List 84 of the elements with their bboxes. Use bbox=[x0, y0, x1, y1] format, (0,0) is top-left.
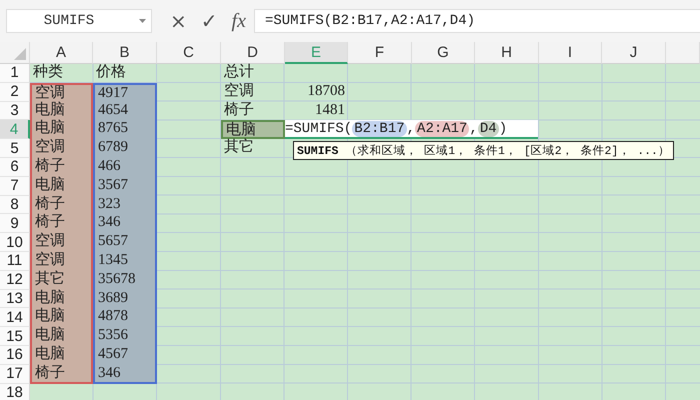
table-cell: 5356 bbox=[93, 327, 157, 346]
confirm-button[interactable]: ✓ bbox=[196, 8, 222, 34]
table-cell: 电脑 bbox=[30, 327, 93, 346]
table-cell: 电脑 bbox=[221, 120, 285, 140]
formula-text: , bbox=[406, 120, 416, 137]
table-cell: 466 bbox=[93, 158, 157, 177]
row-header[interactable]: 10 bbox=[0, 233, 30, 252]
table-cell-text: 椅子 bbox=[223, 102, 255, 120]
table-cell-text: 总计 bbox=[223, 64, 255, 82]
row-header[interactable]: 14 bbox=[0, 308, 30, 328]
table-cell: 323 bbox=[93, 196, 157, 214]
cancel-button[interactable]: × bbox=[166, 8, 191, 34]
table-cell: 椅子 bbox=[30, 158, 93, 177]
table-cell: 4567 bbox=[93, 346, 157, 365]
column-header[interactable]: D bbox=[221, 42, 285, 64]
table-cell: 电脑 bbox=[30, 176, 93, 196]
table-cell-text: 其它 bbox=[223, 139, 255, 158]
table-cell: 8765 bbox=[93, 120, 157, 140]
table-cell-text: 18708 bbox=[306, 82, 346, 101]
table-cell: 1345 bbox=[93, 252, 157, 271]
column-header[interactable]: J bbox=[602, 42, 666, 64]
table-cell: 空调 bbox=[30, 82, 93, 102]
table-cell: 电脑 bbox=[30, 120, 93, 140]
column-header[interactable]: G bbox=[412, 42, 475, 64]
row-header[interactable]: 7 bbox=[0, 176, 30, 196]
row-header[interactable]: 5 bbox=[0, 139, 30, 158]
column-header[interactable]: C bbox=[157, 42, 221, 64]
row-header[interactable]: 18 bbox=[0, 384, 30, 400]
formula-editor[interactable]: =SUMIFS(B2:B17,A2:A17,D4) bbox=[285, 120, 538, 140]
table-cell: 空调 bbox=[30, 233, 93, 252]
table-cell: 其它 bbox=[30, 270, 93, 290]
table-cell-text: 种类 bbox=[32, 64, 64, 82]
name-box[interactable]: SUMIFS bbox=[6, 9, 152, 33]
table-cell: 椅子 bbox=[30, 196, 93, 214]
formula-field[interactable]: =SUMIFS(B2:B17,A2:A17,D4) bbox=[254, 9, 700, 33]
column-header[interactable]: H bbox=[475, 42, 539, 64]
column-header[interactable]: F bbox=[348, 42, 412, 64]
row-header[interactable]: 6 bbox=[0, 158, 30, 177]
table-cell: 5657 bbox=[93, 233, 157, 252]
table-cell: 4878 bbox=[93, 308, 157, 328]
table-cell: 空调 bbox=[30, 252, 93, 271]
row-header[interactable]: 17 bbox=[0, 364, 30, 384]
table-cell: 4917 bbox=[93, 82, 157, 102]
row-header[interactable]: 13 bbox=[0, 290, 30, 308]
column-header[interactable]: B bbox=[93, 42, 157, 64]
range-reference: D4 bbox=[478, 120, 499, 137]
row-header[interactable]: 8 bbox=[0, 196, 30, 214]
table-cell: 4654 bbox=[93, 102, 157, 120]
table-cell: 6789 bbox=[93, 139, 157, 158]
column-header[interactable] bbox=[666, 42, 700, 64]
row-header[interactable]: 9 bbox=[0, 214, 30, 234]
formula-text: , bbox=[469, 120, 478, 137]
column-header[interactable]: A bbox=[30, 42, 93, 64]
table-cell: 346 bbox=[93, 214, 157, 234]
table-cell: 椅子 bbox=[30, 214, 93, 234]
table-cell-text: 价格 bbox=[95, 64, 127, 82]
caret-icon[interactable] bbox=[139, 19, 146, 23]
row-header[interactable]: 2 bbox=[0, 82, 30, 102]
table-cell: 电脑 bbox=[30, 346, 93, 365]
row-header[interactable]: 11 bbox=[0, 252, 30, 271]
table-cell-text: 1481 bbox=[314, 102, 346, 120]
table-cell: 35678 bbox=[93, 270, 157, 290]
range-reference: B2:B17 bbox=[352, 120, 407, 137]
table-cell: 电脑 bbox=[30, 102, 93, 120]
function-tooltip: SUMIFS （求和区域， 区域1， 条件1， [区域2， 条件2]， ...） bbox=[293, 141, 674, 160]
table-cell: 电脑 bbox=[30, 308, 93, 328]
table-cell: 椅子 bbox=[30, 364, 93, 384]
table-cell: 3689 bbox=[93, 290, 157, 308]
table-cell: 346 bbox=[93, 364, 157, 384]
table-cell: 空调 bbox=[30, 139, 93, 158]
fx-button[interactable]: fx bbox=[228, 8, 250, 34]
row-header[interactable]: 16 bbox=[0, 346, 30, 365]
row-header[interactable]: 3 bbox=[0, 102, 30, 120]
select-all-icon[interactable] bbox=[14, 48, 26, 60]
row-header[interactable]: 15 bbox=[0, 327, 30, 346]
row-header[interactable]: 12 bbox=[0, 270, 30, 290]
table-cell: 3567 bbox=[93, 176, 157, 196]
column-header[interactable]: I bbox=[539, 42, 602, 64]
formula-text: =SUMIFS( bbox=[285, 120, 352, 137]
table-cell: 电脑 bbox=[30, 290, 93, 308]
formula-text: ) bbox=[498, 120, 508, 137]
row-header[interactable]: 1 bbox=[0, 64, 30, 83]
range-reference: A2:A17 bbox=[415, 120, 470, 137]
table-cell-text: 空调 bbox=[223, 82, 255, 101]
